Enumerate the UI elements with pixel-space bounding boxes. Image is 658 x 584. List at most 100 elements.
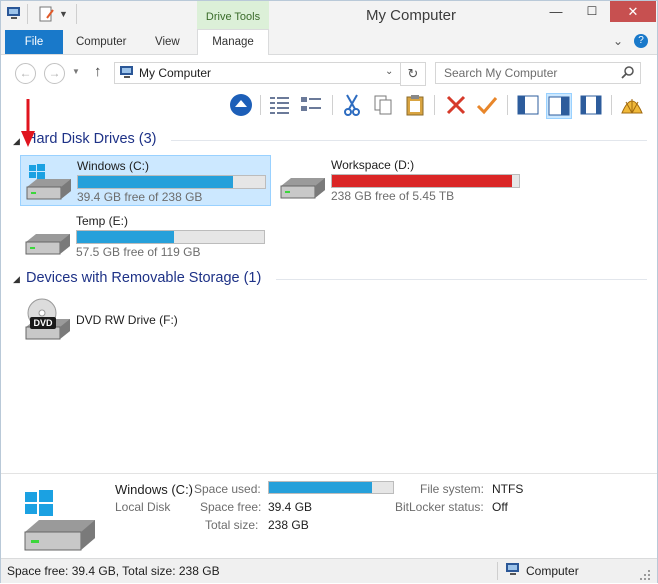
- recent-locations-icon[interactable]: ▼: [72, 67, 80, 76]
- status-text: Space free: 39.4 GB, Total size: 238 GB: [7, 564, 220, 578]
- toolbar-divider: [611, 95, 612, 115]
- drive-free-space: 57.5 GB free of 119 GB: [76, 245, 201, 259]
- drive-usage-fill: [332, 175, 512, 187]
- forward-button[interactable]: →: [44, 63, 65, 84]
- preview-pane-icon[interactable]: [546, 93, 572, 119]
- details-usage-fill: [269, 482, 372, 493]
- drive-item-temp-e[interactable]: Temp (E:) 57.5 GB free of 119 GB: [20, 211, 269, 260]
- details-drive-name: Windows (C:): [115, 482, 194, 497]
- details-drive-type: Local Disk: [115, 500, 171, 514]
- drive-usage-bar: [76, 230, 265, 244]
- maximize-button[interactable]: ☐: [577, 1, 607, 22]
- copy-icon[interactable]: [371, 93, 395, 117]
- space-free-label: Space free:: [200, 500, 262, 514]
- refresh-button[interactable]: ↻: [400, 62, 426, 86]
- drive-usage-bar: [331, 174, 520, 188]
- total-size-label: Total size:: [205, 518, 259, 532]
- group-header-hard-disk-drives[interactable]: Hard Disk Drives (3): [26, 131, 157, 147]
- details-view-icon[interactable]: [268, 93, 292, 117]
- status-location: Computer: [526, 564, 579, 578]
- windows-drive-icon: [23, 161, 73, 201]
- tab-computer[interactable]: Computer: [76, 30, 127, 54]
- chevron-down-icon[interactable]: ⌄: [613, 34, 623, 48]
- status-bar: Space free: 39.4 GB, Total size: 238 GB …: [1, 558, 657, 583]
- delete-icon[interactable]: [444, 93, 468, 117]
- search-icon[interactable]: [621, 65, 635, 82]
- search-placeholder: Search My Computer: [444, 66, 558, 80]
- qat-dropdown-icon[interactable]: ▼: [59, 9, 68, 19]
- close-button[interactable]: ✕: [610, 1, 656, 22]
- drive-name: Workspace (D:): [331, 158, 415, 172]
- status-divider: [497, 562, 498, 580]
- toolbar: [1, 91, 657, 121]
- hard-drive-icon: [277, 160, 327, 200]
- computer-icon: [119, 66, 135, 79]
- toolbar-divider: [332, 95, 333, 115]
- tab-view[interactable]: View: [155, 30, 180, 54]
- minimize-button[interactable]: —: [541, 1, 571, 22]
- search-input[interactable]: Search My Computer: [435, 62, 641, 84]
- cut-icon[interactable]: [340, 93, 364, 117]
- qat-divider: [76, 4, 77, 24]
- qat-divider: [27, 4, 28, 24]
- drive-name: Temp (E:): [76, 214, 129, 228]
- up-level-icon[interactable]: [229, 93, 253, 117]
- dvd-badge: DVD: [33, 318, 53, 328]
- properties-icon[interactable]: [39, 6, 55, 22]
- dvd-drive-icon: DVD: [22, 297, 72, 341]
- list-view-icon[interactable]: [299, 93, 323, 117]
- bitlocker-label: BitLocker status:: [395, 500, 484, 514]
- details-usage-bar: [268, 481, 394, 494]
- drive-usage-fill: [78, 176, 234, 188]
- computer-icon: [505, 563, 521, 577]
- drive-free-space: 238 GB free of 5.45 TB: [331, 189, 455, 203]
- window-title: My Computer: [365, 7, 457, 24]
- shell-icon[interactable]: [620, 93, 644, 117]
- drive-usage-bar: [77, 175, 266, 189]
- address-bar[interactable]: My Computer ⌄: [114, 62, 401, 84]
- group-divider: [171, 140, 647, 141]
- drive-tools-context-label: Drive Tools: [197, 1, 269, 30]
- toolbar-divider: [434, 95, 435, 115]
- up-arrow-icon[interactable]: ↑: [94, 63, 102, 80]
- space-used-label: Space used:: [194, 482, 261, 496]
- navigation-pane-icon[interactable]: [516, 93, 540, 117]
- details-pane: Windows (C:) Local Disk Space used: Spac…: [1, 473, 657, 558]
- help-icon[interactable]: ?: [634, 34, 648, 48]
- file-system-label: File system:: [420, 482, 485, 496]
- navigation-bar: ← → ▼ ↑ My Computer ⌄ ↻ Search My Comput…: [1, 55, 657, 91]
- drive-name: Windows (C:): [77, 159, 150, 173]
- checkmark-icon[interactable]: [475, 93, 499, 117]
- drive-usage-fill: [77, 231, 175, 243]
- address-dropdown-icon[interactable]: ⌄: [385, 66, 393, 77]
- address-text: My Computer: [139, 66, 212, 80]
- drive-item-dvd-f[interactable]: DVD DVD RW Drive (F:): [20, 293, 269, 343]
- toolbar-divider: [507, 95, 508, 115]
- paste-icon[interactable]: [403, 93, 427, 117]
- red-arrow-annotation: [19, 99, 39, 151]
- toolbar-divider: [260, 95, 261, 115]
- file-system-value: NTFS: [492, 482, 524, 496]
- content-area: ◢ Hard Disk Drives (3) Windows (C:) 39.4…: [1, 99, 657, 473]
- group-header-removable-storage[interactable]: Devices with Removable Storage (1): [26, 270, 261, 286]
- title-bar: ▼ Drive Tools My Computer — ☐ ✕: [1, 1, 657, 30]
- tab-file[interactable]: File: [5, 30, 63, 54]
- details-pane-icon[interactable]: [579, 93, 603, 117]
- ribbon-tabs: File Computer View Manage ⌄ ?: [1, 29, 657, 55]
- drive-free-space: 39.4 GB free of 238 GB: [77, 190, 203, 204]
- windows-drive-large-icon: [19, 488, 99, 552]
- total-size-value: 238 GB: [268, 518, 309, 532]
- space-free-value: 39.4 GB: [268, 500, 313, 514]
- drive-item-workspace-d[interactable]: Workspace (D:) 238 GB free of 5.45 TB: [275, 155, 524, 204]
- explorer-window: ▼ Drive Tools My Computer — ☐ ✕ File Com…: [0, 0, 658, 583]
- bitlocker-value: Off: [492, 500, 508, 514]
- resize-grip-icon[interactable]: [639, 569, 651, 581]
- collapse-icon[interactable]: ◢: [13, 274, 20, 285]
- back-button[interactable]: ←: [15, 63, 36, 84]
- computer-icon[interactable]: [6, 7, 22, 21]
- hard-drive-icon: [22, 216, 72, 256]
- group-divider: [276, 279, 647, 280]
- drive-item-windows-c[interactable]: Windows (C:) 39.4 GB free of 238 GB: [20, 155, 271, 206]
- tab-manage[interactable]: Manage: [197, 29, 269, 55]
- drive-name: DVD RW Drive (F:): [76, 313, 178, 327]
